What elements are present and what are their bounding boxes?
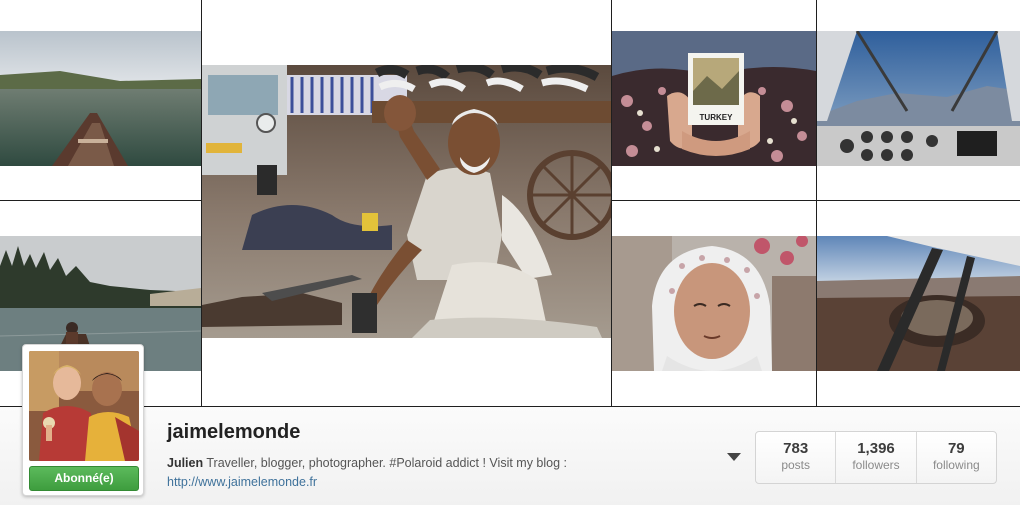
- photo-airplane-cockpit[interactable]: [817, 31, 1020, 166]
- grid-divider: [201, 0, 202, 406]
- grid-divider: [0, 200, 201, 201]
- photo-polaroid-turkey[interactable]: TURKEY: [612, 31, 816, 166]
- photo-canoe-lake[interactable]: [0, 31, 201, 166]
- website-link[interactable]: http://www.jaimelemonde.fr: [167, 475, 317, 489]
- stat-followers-count: 1,396: [857, 440, 895, 457]
- stat-following[interactable]: 79 following: [915, 432, 996, 483]
- avatar[interactable]: [29, 351, 139, 461]
- photo-aerial-crater[interactable]: [817, 236, 1020, 371]
- avatar-card: Abonné(e): [22, 344, 144, 496]
- stat-following-count: 79: [947, 440, 965, 457]
- profile-stats: 783 posts 1,396 followers 79 following: [755, 431, 997, 484]
- stat-following-label: following: [932, 458, 980, 472]
- profile-full-name: Julien: [167, 456, 204, 470]
- grid-divider: [816, 0, 817, 406]
- profile-username: jaimelemonde: [167, 421, 301, 443]
- stat-followers-label: followers: [852, 458, 900, 472]
- grid-divider: [611, 0, 612, 406]
- chevron-down-icon[interactable]: [727, 453, 741, 461]
- photo-waving-man[interactable]: [202, 65, 611, 338]
- grid-divider: [611, 200, 1020, 201]
- polaroid-caption: TURKEY: [700, 113, 734, 122]
- stat-posts-label: posts: [781, 458, 810, 472]
- bio-text: Traveller, blogger, photographer. #Polar…: [206, 456, 568, 470]
- photo-mosaic: TURKEY: [0, 0, 1020, 406]
- stat-followers[interactable]: 1,396 followers: [835, 432, 915, 483]
- follow-button[interactable]: Abonné(e): [29, 466, 139, 491]
- stat-posts-count: 783: [783, 440, 809, 457]
- stat-posts[interactable]: 783 posts: [756, 432, 835, 483]
- photo-old-woman[interactable]: [612, 236, 816, 371]
- profile-bio: Julien Traveller, blogger, photographer.…: [167, 454, 637, 492]
